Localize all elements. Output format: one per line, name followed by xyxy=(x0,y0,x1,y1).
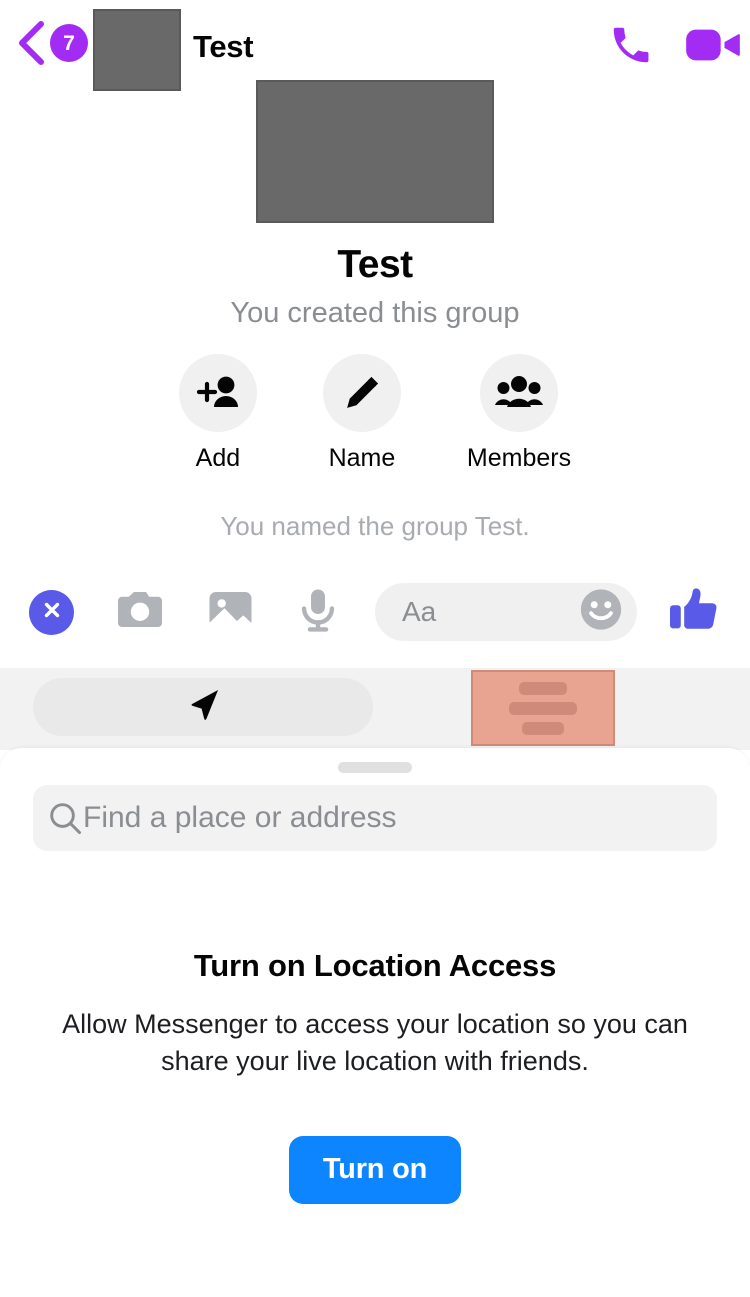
members-button[interactable] xyxy=(480,354,558,432)
close-circle-icon xyxy=(40,598,64,627)
quick-action-name[interactable]: Name xyxy=(322,354,401,473)
group-subtitle: You created this group xyxy=(230,297,520,329)
location-tabstrip xyxy=(0,668,750,750)
quick-action-label: Name xyxy=(328,444,396,472)
quick-action-add[interactable]: Add xyxy=(178,354,257,473)
place-search-field[interactable]: Find a place or address xyxy=(33,785,717,851)
image-icon xyxy=(208,589,253,636)
message-input-placeholder: Aa xyxy=(402,596,437,627)
gallery-button[interactable] xyxy=(208,589,253,636)
back-button[interactable]: 7 xyxy=(14,20,88,66)
video-camera-icon[interactable] xyxy=(684,22,742,68)
quick-action-label: Members xyxy=(466,444,572,472)
permission-title: Turn on Location Access xyxy=(193,948,557,983)
messenger-screen: 7 Test Test You created this group Add N… xyxy=(0,0,750,1297)
like-button[interactable] xyxy=(669,586,719,639)
thread-body: Test You created this group Add Name Mem… xyxy=(0,80,750,542)
list-line xyxy=(522,721,564,735)
emoji-button[interactable] xyxy=(579,588,623,637)
thread-header: 7 Test xyxy=(0,0,750,92)
group-name: Test xyxy=(337,243,413,286)
thumbs-up-icon xyxy=(669,586,719,639)
sheet-drag-handle[interactable] xyxy=(338,762,412,773)
list-line xyxy=(509,701,577,715)
quick-action-label: Add xyxy=(195,444,241,472)
header-avatar[interactable] xyxy=(93,9,181,91)
pencil-icon xyxy=(341,372,383,414)
group-photo[interactable] xyxy=(256,80,494,223)
microphone-icon xyxy=(299,588,337,637)
thread-title: Test xyxy=(193,29,254,64)
permission-body: Allow Messenger to access your location … xyxy=(62,1009,688,1077)
location-permission-prompt: Turn on Location Access Allow Messenger … xyxy=(0,948,750,1204)
close-panel-button[interactable] xyxy=(29,589,74,635)
phone-icon[interactable] xyxy=(608,22,654,68)
places-list-tab[interactable] xyxy=(471,670,615,746)
place-search-placeholder: Find a place or address xyxy=(83,801,397,834)
smiley-icon xyxy=(579,588,623,637)
add-person-button[interactable] xyxy=(178,354,257,432)
voice-button[interactable] xyxy=(299,588,337,637)
add-person-icon xyxy=(195,371,241,415)
list-lines-icon xyxy=(509,681,577,735)
turn-on-location-button[interactable]: Turn on xyxy=(289,1135,461,1204)
navigation-arrow-icon xyxy=(182,684,224,731)
unread-count-badge: 7 xyxy=(50,24,88,62)
people-group-icon xyxy=(495,373,543,413)
quick-action-members[interactable]: Members xyxy=(467,354,571,473)
quick-actions: Add Name Members xyxy=(0,354,750,473)
camera-icon xyxy=(116,589,164,636)
current-location-tab[interactable] xyxy=(33,678,373,736)
location-bottom-sheet: Find a place or address Turn on Location… xyxy=(0,748,750,1297)
camera-button[interactable] xyxy=(116,589,164,636)
message-composer: Aa xyxy=(0,574,750,650)
chevron-left-icon xyxy=(14,20,48,66)
system-message: You named the group Test. xyxy=(220,511,530,541)
rename-button[interactable] xyxy=(322,354,401,432)
search-icon xyxy=(48,801,82,835)
header-actions xyxy=(608,22,742,68)
list-line xyxy=(519,681,567,695)
message-input[interactable]: Aa xyxy=(375,583,637,641)
